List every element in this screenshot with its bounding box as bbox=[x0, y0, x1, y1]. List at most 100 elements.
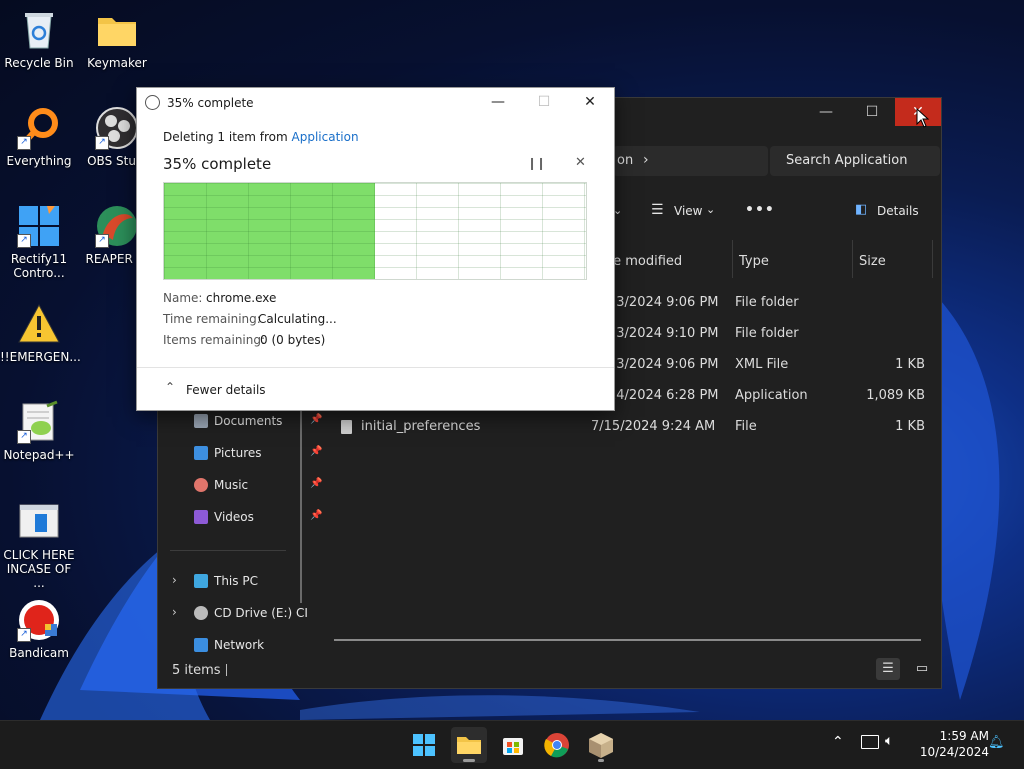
pin-icon[interactable]: 📌 bbox=[310, 510, 322, 521]
desktop-icon-label: !!EMERGEN... bbox=[0, 350, 81, 364]
horizontal-scrollbar[interactable] bbox=[334, 639, 921, 641]
shortcut-arrow-icon: ↗ bbox=[95, 136, 109, 150]
maximize-button[interactable]: ☐ bbox=[849, 98, 895, 126]
desktop-icon-bandicam[interactable]: ↗ Bandicam bbox=[0, 598, 78, 660]
file-modified: 23/2024 9:06 PM bbox=[608, 295, 719, 310]
nav-scrollbar[interactable] bbox=[300, 408, 302, 603]
taskbar-app-package[interactable] bbox=[583, 727, 619, 763]
folder-icon bbox=[457, 737, 481, 754]
nav-item-music[interactable]: Music 📌 bbox=[188, 474, 322, 500]
minimize-button[interactable]: — bbox=[803, 98, 849, 126]
column-header-date-modified[interactable]: te modified bbox=[608, 250, 682, 274]
desktop-icon-everything[interactable]: ↗ Everything bbox=[0, 106, 78, 168]
nav-label: CD Drive (E:) CI bbox=[214, 606, 308, 620]
file-modified: 23/2024 9:10 PM bbox=[608, 326, 719, 341]
shortcut-arrow-icon: ↗ bbox=[17, 628, 31, 642]
pin-icon[interactable]: 📌 bbox=[310, 478, 322, 489]
recycle-bin-icon bbox=[17, 8, 61, 52]
desktop-icon-label: Notepad++ bbox=[3, 448, 75, 462]
taskbar-chrome[interactable] bbox=[539, 727, 575, 763]
column-separator[interactable] bbox=[852, 240, 853, 278]
taskbar-file-explorer[interactable] bbox=[451, 727, 487, 763]
desktop-icon-rectify11[interactable]: ↗ Rectify11 Contro... bbox=[0, 204, 78, 280]
magnifier-icon: ↗ bbox=[17, 106, 61, 150]
dialog-titlebar: 35% complete — ☐ ✕ bbox=[137, 88, 614, 118]
deleting-line: Deleting 1 item from Application bbox=[163, 130, 359, 144]
taskbar-microsoft-store[interactable] bbox=[495, 727, 531, 763]
name-label: Name: bbox=[163, 291, 203, 305]
close-button[interactable]: ✕ bbox=[567, 88, 613, 116]
chevron-up-icon: ⌃ bbox=[165, 380, 176, 394]
delete-progress-dialog: 35% complete — ☐ ✕ Deleting 1 item from … bbox=[136, 87, 615, 411]
desktop-icon-label: Bandicam bbox=[9, 646, 69, 660]
desktop-icon-label: Recycle Bin bbox=[4, 56, 74, 70]
dialog-title: 35% complete bbox=[167, 96, 254, 110]
search-input[interactable]: Search Application bbox=[770, 146, 940, 176]
column-header-size[interactable]: Size bbox=[859, 250, 886, 274]
network-icon bbox=[194, 638, 208, 652]
clock-icon bbox=[145, 95, 160, 110]
name-value: chrome.exe bbox=[206, 291, 277, 305]
file-row[interactable]: initial_preferences 7/15/2024 9:24 AM Fi… bbox=[333, 413, 933, 443]
chevron-down-icon: ⌄ bbox=[706, 203, 716, 216]
file-size: 1 KB bbox=[895, 419, 925, 434]
videos-icon bbox=[194, 510, 208, 524]
minimize-button[interactable]: — bbox=[475, 88, 521, 116]
nav-item-cd-drive[interactable]: › CD Drive (E:) CI bbox=[172, 602, 318, 628]
progress-graph bbox=[163, 182, 587, 280]
fewer-details-button[interactable]: ⌃ Fewer details bbox=[163, 380, 283, 399]
tiles-view-button[interactable]: ▭ bbox=[910, 658, 934, 680]
running-indicator bbox=[463, 759, 475, 762]
chevron-right-icon[interactable]: › bbox=[172, 605, 177, 619]
reaper-icon: ↗ bbox=[95, 204, 139, 248]
desktop-icon-emergency[interactable]: !!EMERGEN... bbox=[0, 302, 81, 364]
pin-icon[interactable]: 📌 bbox=[310, 414, 322, 425]
chevron-right-icon[interactable]: › bbox=[172, 573, 177, 587]
volume-icon[interactable]: 🔈︎ bbox=[885, 733, 893, 749]
network-status-icon[interactable] bbox=[861, 735, 879, 749]
fewer-details-label: Fewer details bbox=[186, 383, 266, 397]
deleting-text: Deleting 1 item from bbox=[163, 130, 292, 144]
details-label: Details bbox=[877, 204, 919, 218]
nav-item-pictures[interactable]: Pictures 📌 bbox=[188, 442, 322, 468]
maximize-button[interactable]: ☐ bbox=[521, 88, 567, 116]
desktop-icon-recycle-bin[interactable]: Recycle Bin bbox=[0, 8, 78, 70]
clock[interactable]: 1:59 AM 10/24/2024 bbox=[915, 728, 989, 760]
nav-item-documents[interactable]: Documents 📌 bbox=[188, 410, 322, 436]
chrome-icon bbox=[544, 733, 569, 758]
pin-icon[interactable]: 📌 bbox=[310, 446, 322, 457]
progress-grid bbox=[164, 183, 586, 279]
store-icon bbox=[503, 738, 523, 755]
shortcut-arrow-icon: ↗ bbox=[17, 234, 31, 248]
status-divider bbox=[226, 664, 227, 676]
desktop-icon-notepadpp[interactable]: ↗ Notepad++ bbox=[0, 400, 78, 462]
navigation-pane: Documents 📌 Pictures 📌 Music 📌 Videos 📌 … bbox=[158, 408, 322, 653]
more-options-button[interactable]: ••• bbox=[745, 202, 775, 218]
show-hidden-icons-button[interactable]: ⌃ bbox=[832, 734, 844, 750]
view-button[interactable]: ☰ View ⌄ bbox=[651, 202, 721, 222]
nav-item-videos[interactable]: Videos 📌 bbox=[188, 506, 322, 532]
column-separator[interactable] bbox=[932, 240, 933, 278]
dialog-divider bbox=[137, 367, 614, 368]
desktop-icon-label: Keymaker bbox=[87, 56, 147, 70]
column-header-type[interactable]: Type bbox=[739, 250, 769, 274]
view-label: View bbox=[674, 204, 703, 218]
items-remaining-label: Items remaining: bbox=[163, 333, 266, 347]
details-button[interactable]: ◧ Details bbox=[855, 202, 935, 222]
desktop-icon-click-here[interactable]: CLICK HERE INCASE OF ... bbox=[0, 500, 78, 590]
notification-bell-icon[interactable]: 🔔︎ bbox=[988, 735, 1005, 750]
address-bar[interactable]: on › bbox=[613, 146, 768, 176]
desktop-icon-keymaker[interactable]: Keymaker bbox=[78, 8, 156, 70]
desktop-icon-label: Rectify11 Contro... bbox=[10, 252, 68, 280]
column-separator[interactable] bbox=[732, 240, 733, 278]
nav-item-this-pc[interactable]: › This PC bbox=[172, 570, 318, 596]
cancel-button[interactable]: ✕ bbox=[575, 155, 586, 170]
file-size: 1 KB bbox=[895, 357, 925, 372]
file-modified: 14/2024 6:28 PM bbox=[608, 388, 719, 403]
details-view-button[interactable]: ☰ bbox=[876, 658, 900, 680]
start-button[interactable] bbox=[406, 727, 442, 763]
pause-button[interactable]: ❙❙ bbox=[527, 156, 546, 170]
nav-item-network[interactable]: › Network bbox=[188, 634, 318, 653]
source-folder-link[interactable]: Application bbox=[292, 130, 359, 144]
shortcut-arrow-icon: ↗ bbox=[95, 234, 109, 248]
